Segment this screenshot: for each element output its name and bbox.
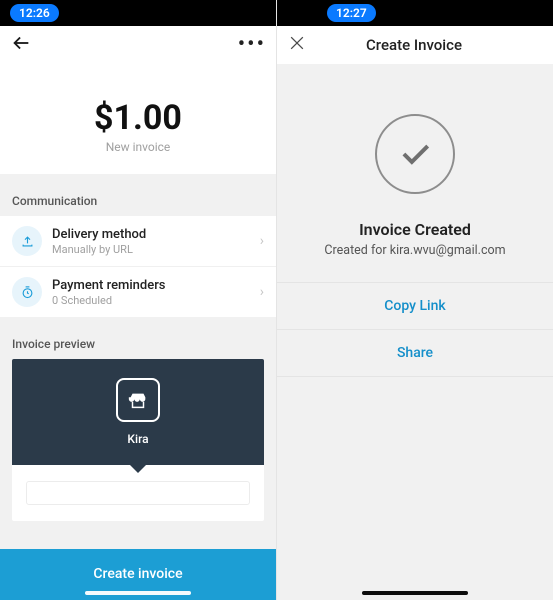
create-invoice-label: Create invoice [93,566,182,582]
upload-icon [12,226,42,256]
preview-hero: Kira [12,359,264,465]
create-invoice-button[interactable]: Create invoice [0,549,276,600]
chevron-right-icon: › [260,284,264,300]
copy-link-label: Copy Link [384,298,445,314]
copy-link-button[interactable]: Copy Link [277,282,553,329]
navbar: Create Invoice [277,26,553,64]
payment-reminders-title: Payment reminders [52,278,165,293]
invoice-preview: Kira [0,359,276,521]
invoice-amount: $1.00 [0,98,276,138]
recording-time-pill[interactable]: 12:26 [10,4,59,22]
home-indicator[interactable] [85,591,191,595]
clock-icon [12,277,42,307]
status-bar: 12:26 [0,0,276,26]
section-preview-label: Invoice preview [0,317,276,359]
merchant-icon [116,378,160,422]
confirmation-area: Invoice Created Created for kira.wvu@gma… [277,64,553,584]
confirm-subtitle: Created for kira.wvu@gmail.com [324,243,505,258]
close-icon[interactable] [287,33,307,57]
left-pane: 12:26 ••• $1.00 New invoice Communicatio… [0,0,276,600]
check-circle-icon [375,114,455,194]
section-communication-label: Communication [0,174,276,216]
row-delivery-method[interactable]: Delivery method Manually by URL › [0,216,276,267]
share-label: Share [397,345,433,361]
invoice-amount-sub: New invoice [0,140,276,154]
payment-reminders-sub: 0 Scheduled [52,294,165,307]
navbar: ••• [0,26,276,64]
status-bar: 12:27 [277,0,553,26]
home-indicator[interactable] [362,591,468,595]
merchant-name: Kira [127,432,148,446]
preview-body [12,465,264,521]
recording-time-pill[interactable]: 12:27 [327,4,376,22]
right-pane: 12:27 Create Invoice Invoice Created Cre… [276,0,553,600]
delivery-method-title: Delivery method [52,227,146,242]
preview-inner-card [26,481,250,505]
chevron-right-icon: › [260,233,264,249]
more-icon[interactable]: ••• [238,34,266,56]
confirm-title: Invoice Created [359,220,471,239]
share-button[interactable]: Share [277,329,553,377]
row-payment-reminders[interactable]: Payment reminders 0 Scheduled › [0,267,276,317]
amount-area: $1.00 New invoice [0,64,276,174]
page-title: Create Invoice [366,36,462,54]
delivery-method-sub: Manually by URL [52,243,146,256]
back-icon[interactable] [10,32,32,58]
